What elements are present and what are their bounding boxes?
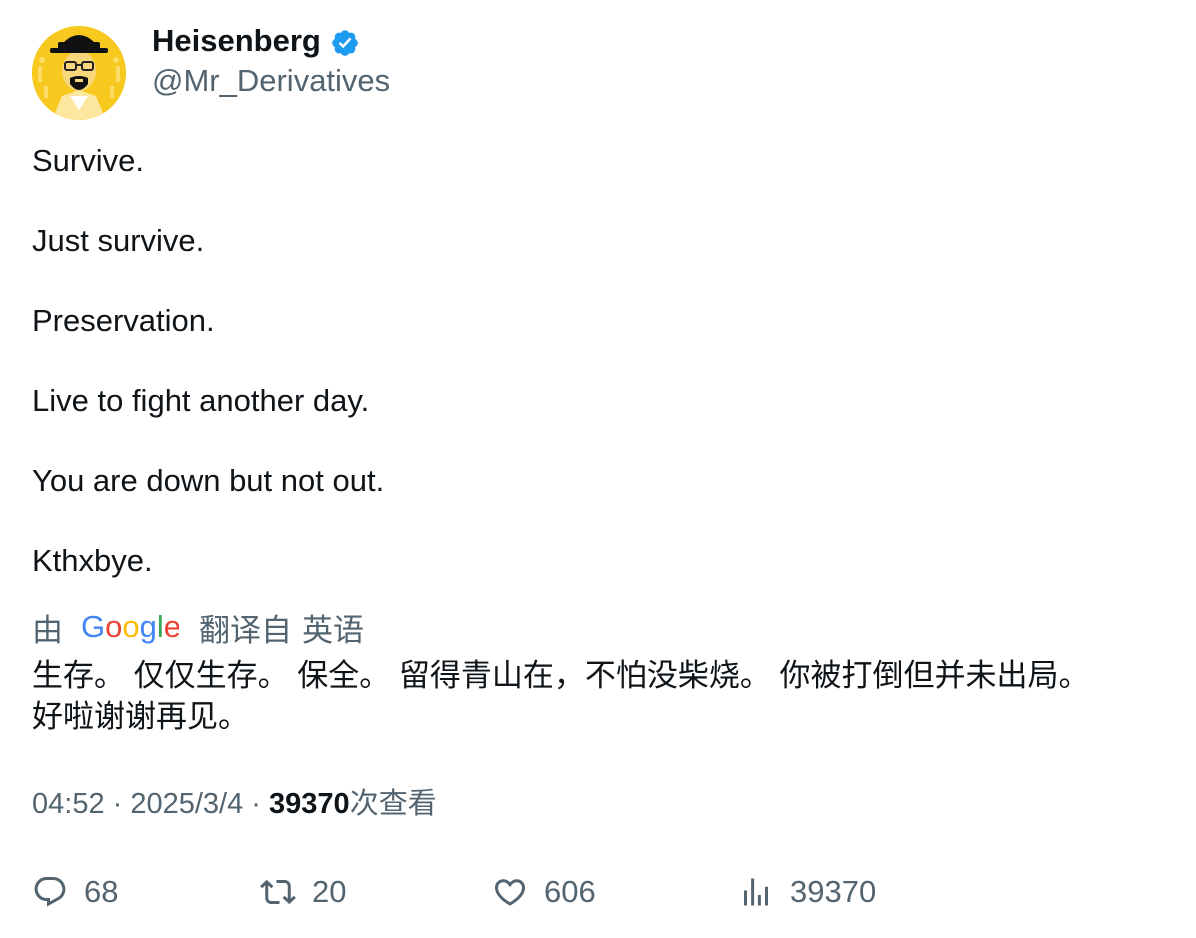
like-button[interactable]: 606 <box>492 868 596 916</box>
heart-icon <box>494 879 526 906</box>
views-count: 39370 <box>269 788 350 820</box>
avatar[interactable] <box>32 26 126 120</box>
views-action-count: 39370 <box>790 874 877 909</box>
translated-by-label: 由 <box>32 612 63 648</box>
views-label: 次查看 <box>349 788 437 820</box>
source-language-link[interactable]: 英语 <box>302 605 364 650</box>
retweet-icon <box>260 879 296 905</box>
reply-count: 68 <box>84 874 119 909</box>
tweet-date[interactable]: 2025/3/4 <box>130 788 243 820</box>
tweet-line: Preservation. <box>32 303 215 338</box>
meta-separator: · <box>104 788 131 820</box>
tweet-line: Kthxbye. <box>32 543 153 578</box>
translated-text: 生存。 仅仅生存。 保全。 留得青山在，不怕没柴烧。 你被打倒但并未出局。 好啦… <box>32 655 1152 737</box>
svg-text:Google: Google <box>81 610 179 644</box>
translated-from-label: 翻译自 <box>199 612 292 648</box>
views-button[interactable]: 39370 <box>738 868 876 916</box>
reply-button[interactable]: 68 <box>32 868 118 916</box>
author-display-name[interactable]: Heisenberg <box>152 22 321 60</box>
verified-badge-icon[interactable] <box>330 28 360 58</box>
tweet-time[interactable]: 04:52 <box>32 788 105 820</box>
tweet-line: Just survive. <box>32 223 205 258</box>
translated-line: 好啦谢谢再见。 <box>32 699 249 734</box>
tweet-meta: 04:52 · 2025/3/4 · 39370次查看 <box>32 785 437 823</box>
tweet-line: Survive. <box>32 143 144 178</box>
retweet-button[interactable]: 20 <box>260 868 346 916</box>
author-handle[interactable]: @Mr_Derivatives <box>152 62 390 100</box>
google-logo-icon: Google <box>81 610 179 644</box>
tweet-text: Survive. Just survive. Preservation. Liv… <box>32 141 1152 581</box>
author-name-row: Heisenberg <box>152 22 360 60</box>
meta-separator: · <box>243 788 270 820</box>
translation-attribution: 由 Google 翻译自 英语 <box>32 606 364 648</box>
views-chart-icon <box>744 878 768 906</box>
avatar-heisenberg-image <box>32 26 126 120</box>
retweet-count: 20 <box>312 874 347 909</box>
reply-icon <box>34 877 66 907</box>
tweet-line: Live to fight another day. <box>32 383 370 418</box>
tweet-line: You are down but not out. <box>32 463 385 498</box>
like-count: 606 <box>544 874 596 909</box>
action-bar: 68 20 606 39370 <box>32 868 1152 916</box>
translated-line: 生存。 仅仅生存。 保全。 留得青山在，不怕没柴烧。 你被打倒但并未出局。 <box>32 658 1090 693</box>
